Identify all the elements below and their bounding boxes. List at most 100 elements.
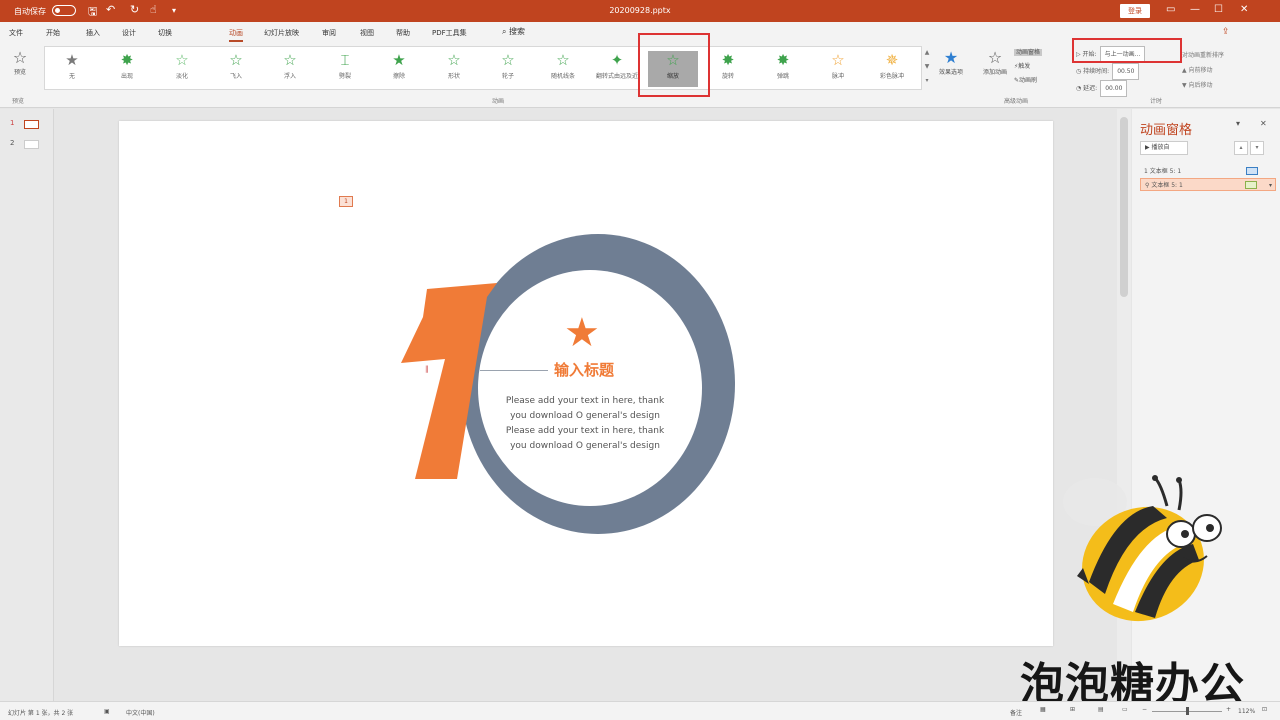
tab-home[interactable]: 开始: [46, 28, 60, 38]
ribbon-display-icon[interactable]: ▭: [1166, 4, 1175, 15]
scroll-up-icon[interactable]: ▲: [922, 46, 932, 60]
customize-icon[interactable]: ▾: [172, 6, 176, 15]
animation-swivel[interactable]: ✸ 旋转: [703, 51, 753, 87]
entrance-effect-icon: [1246, 167, 1258, 175]
preview-button[interactable]: ☆ 预览: [8, 48, 32, 88]
reorder-label: 对动画重新排序: [1182, 52, 1225, 59]
emphasis-effect-icon: [1245, 181, 1257, 189]
random-bars-star-icon: ☆: [556, 51, 570, 69]
animation-order-marker[interactable]: 1: [339, 196, 353, 207]
animation-pulse[interactable]: ☆ 脉冲: [813, 51, 863, 87]
tab-help[interactable]: 帮助: [396, 28, 410, 38]
animation-grow-turn[interactable]: ✦ 翻转式由远及近: [592, 51, 642, 87]
slide-info: 幻灯片 第 1 张，共 2 张: [8, 710, 74, 717]
animation-float-in[interactable]: ☆ 浮入: [265, 51, 315, 87]
move-down-icon[interactable]: ▾: [1250, 141, 1264, 155]
animation-bounce[interactable]: ✸ 弹跳: [758, 51, 808, 87]
effect-options-button[interactable]: ★ 效果选项: [936, 48, 966, 76]
slide-body-text[interactable]: Please add your text in here, thank you …: [500, 394, 670, 454]
zoom-out-icon[interactable]: −: [1142, 706, 1147, 713]
animation-color-pulse[interactable]: ✵ 彩色脉冲: [867, 51, 917, 87]
animation-wipe[interactable]: ★ 擦除: [374, 51, 424, 87]
tab-file[interactable]: 文件: [9, 28, 23, 38]
animation-list-item-selected[interactable]: ⚲ 文本框 5: 1 ▾: [1140, 178, 1276, 191]
trigger-button[interactable]: ⚡触发: [1014, 60, 1042, 74]
animation-pane-button[interactable]: 动画窗格: [1014, 46, 1043, 60]
pane-close-icon[interactable]: ✕: [1260, 119, 1267, 128]
animation-split[interactable]: ⌶ 劈裂: [320, 51, 370, 87]
redo-icon[interactable]: ↻: [130, 3, 139, 16]
language-label[interactable]: 中文(中国): [126, 708, 155, 717]
duration-icon: ◷: [1076, 68, 1082, 75]
big-number-one[interactable]: 1: [399, 281, 499, 481]
none-star-icon: ★: [65, 51, 79, 69]
add-animation-button[interactable]: ☆ 添加动画: [978, 48, 1012, 76]
add-animation-label: 添加动画: [982, 69, 1007, 76]
search-icon: ⌕: [502, 27, 507, 36]
tab-view[interactable]: 视图: [360, 28, 374, 38]
notes-button[interactable]: 备注: [1010, 708, 1022, 717]
scrollbar-thumb[interactable]: [1120, 117, 1128, 297]
slide-canvas[interactable]: 1 1 ‖ ★ 输入标题 Please add your text in her…: [119, 121, 1053, 646]
slide-sorter-icon[interactable]: ⊞: [1070, 706, 1075, 713]
animation-label: 出现: [120, 73, 133, 80]
star-icon[interactable]: ★: [564, 313, 600, 353]
tab-insert[interactable]: 插入: [86, 28, 100, 38]
delay-input[interactable]: 00.00: [1100, 80, 1128, 97]
minimize-icon[interactable]: —: [1190, 4, 1200, 15]
play-from-button[interactable]: ▶ 播放自: [1140, 141, 1188, 155]
move-later-button[interactable]: ▼ 向后移动: [1182, 78, 1224, 93]
move-up-icon[interactable]: ▴: [1234, 141, 1248, 155]
animation-appear[interactable]: ✸ 出现: [102, 51, 152, 87]
zoom-slider-thumb[interactable]: [1186, 707, 1189, 715]
animation-label: 旋转: [721, 73, 734, 80]
slide-title[interactable]: 输入标题: [539, 359, 629, 380]
animation-label: 淡化: [175, 73, 188, 80]
login-button[interactable]: 登录: [1120, 4, 1150, 18]
animation-none[interactable]: ★ 无: [47, 51, 97, 87]
gallery-scroll[interactable]: ▲ ▼ ▾: [922, 46, 932, 90]
save-icon[interactable]: 🖫: [88, 3, 97, 22]
animation-random-bars[interactable]: ☆ 随机线条: [538, 51, 588, 87]
animation-painter-button[interactable]: ✎动画刷: [1014, 74, 1042, 88]
close-icon[interactable]: ✕: [1240, 4, 1248, 15]
gallery-more-icon[interactable]: ▾: [922, 74, 932, 88]
slide-thumbnail-1[interactable]: [24, 120, 39, 129]
item-label: 文本框 5: 1: [1149, 168, 1182, 175]
search-box[interactable]: ⌕ 搜索: [502, 26, 525, 37]
tab-slideshow[interactable]: 幻灯片放映: [264, 28, 299, 38]
duration-input[interactable]: 00.50: [1112, 63, 1140, 80]
slide-thumbnail-2[interactable]: [24, 140, 39, 149]
item-dropdown-icon[interactable]: ▾: [1269, 179, 1272, 192]
animation-fly-in[interactable]: ☆ 飞入: [211, 51, 261, 87]
animation-label: 彩色脉冲: [879, 73, 904, 80]
accessibility-icon[interactable]: ▣: [104, 708, 110, 715]
zoom-in-icon[interactable]: +: [1226, 706, 1231, 713]
fit-slide-icon[interactable]: ⊡: [1262, 706, 1267, 713]
slideshow-icon[interactable]: ▭: [1122, 706, 1128, 713]
add-animation-icon: ☆: [987, 48, 1003, 67]
tab-pdf-tools[interactable]: PDF工具集: [432, 28, 467, 38]
animation-fade[interactable]: ☆ 淡化: [157, 51, 207, 87]
scroll-down-icon[interactable]: ▼: [922, 60, 932, 74]
share-icon[interactable]: ⇪: [1222, 27, 1230, 37]
tab-review[interactable]: 审阅: [322, 28, 336, 38]
white-circle-shape[interactable]: [478, 270, 702, 506]
touch-mode-icon[interactable]: ☝: [150, 3, 157, 16]
undo-icon[interactable]: ↶: [106, 3, 115, 16]
autosave-label: 自动保存: [14, 7, 46, 16]
reading-view-icon[interactable]: ▤: [1098, 706, 1104, 713]
animation-shape[interactable]: ☆ 形状: [429, 51, 479, 87]
autosave-toggle[interactable]: [52, 5, 76, 16]
normal-view-icon[interactable]: ▦: [1040, 706, 1046, 713]
pane-options-icon[interactable]: ▾: [1236, 119, 1240, 128]
animation-wheel[interactable]: ☆ 轮子: [483, 51, 533, 87]
animation-list-item[interactable]: 1 文本框 5: 1: [1140, 165, 1276, 178]
tab-animations[interactable]: 动画: [229, 28, 243, 42]
move-earlier-button[interactable]: ▲ 向前移动: [1182, 63, 1224, 78]
shape-star-icon: ☆: [447, 51, 461, 69]
tab-design[interactable]: 设计: [122, 28, 136, 38]
tab-transitions[interactable]: 切换: [158, 28, 172, 38]
zoom-level[interactable]: 112%: [1238, 708, 1255, 715]
maximize-icon[interactable]: ☐: [1214, 4, 1223, 15]
